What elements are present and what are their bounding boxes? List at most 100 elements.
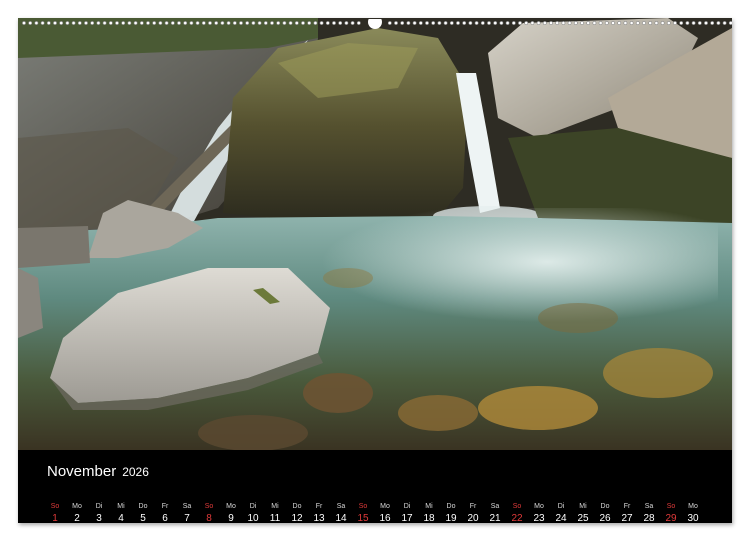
binding-hole	[505, 21, 510, 25]
binding-hole	[431, 21, 436, 25]
spiral-binding	[18, 15, 733, 29]
binding-hole	[679, 21, 684, 25]
calendar-day: Do 19	[440, 502, 462, 523]
day-number: 1	[52, 513, 58, 523]
binding-hole	[604, 21, 609, 25]
binding-hole	[629, 21, 634, 25]
binding-hole	[673, 21, 677, 25]
binding-hole	[468, 21, 473, 25]
binding-hole	[344, 21, 349, 25]
binding-hole	[313, 21, 318, 25]
binding-hole	[635, 21, 640, 25]
calendar-header: November 2026	[47, 463, 149, 480]
calendar-day: So 8	[198, 502, 220, 523]
binding-hole	[164, 21, 169, 25]
calendar-day: Fr 27	[616, 502, 638, 523]
binding-hole	[195, 21, 200, 25]
weekday-label: Di	[249, 503, 257, 510]
binding-hole	[697, 21, 702, 25]
calendar-day: Do 12	[286, 502, 308, 523]
day-number: 19	[445, 513, 457, 523]
binding-hole	[449, 21, 454, 25]
weekday-label: Do	[446, 503, 456, 510]
binding-hole	[617, 21, 622, 25]
weekday-label: Mi	[579, 503, 587, 510]
binding-hole	[115, 21, 119, 25]
calendar-day: Di 17	[396, 502, 418, 523]
binding-hole	[282, 21, 287, 25]
weekday-label: Di	[557, 503, 565, 510]
day-number: 30	[687, 513, 699, 523]
day-number: 2	[74, 513, 80, 523]
day-number: 24	[555, 513, 567, 523]
binding-hole	[387, 21, 392, 25]
binding-hole	[226, 21, 231, 25]
day-number: 10	[247, 513, 259, 523]
binding-hole	[437, 21, 442, 25]
binding-hole	[294, 21, 299, 25]
day-number: 27	[621, 513, 633, 523]
weekday-label: Di	[95, 503, 103, 510]
binding-hole	[406, 21, 411, 25]
binding-hole	[307, 21, 312, 25]
binding-hole	[201, 21, 206, 25]
weekday-label: Do	[600, 503, 610, 510]
binding-hole	[524, 21, 529, 25]
binding-hole	[189, 21, 194, 25]
calendar-day: So 22	[506, 502, 528, 523]
day-number: 21	[489, 513, 501, 523]
day-number: 28	[643, 513, 655, 523]
binding-hole	[580, 21, 584, 25]
binding-hole	[530, 21, 535, 25]
day-number: 6	[162, 513, 168, 523]
binding-hole	[257, 21, 262, 25]
binding-hole	[722, 21, 727, 25]
day-number: 17	[401, 513, 413, 523]
calendar-day: So 1	[44, 502, 66, 523]
day-grid: So 1 Mo 2 Di 3 Mi 4 Do 5 Fr 6 Sa 7 So 8 Mo 9 Di 10 Mi 11 Do 12 F…	[44, 502, 704, 523]
binding-hole	[456, 21, 460, 25]
year-label: 2026	[122, 465, 149, 479]
day-number: 8	[206, 513, 212, 523]
day-number: 18	[423, 513, 435, 523]
calendar-day: Mi 4	[110, 502, 132, 523]
waterfall-pool-photo	[18, 18, 732, 450]
binding-hole	[133, 21, 138, 25]
binding-hole	[40, 21, 45, 25]
binding-hole	[518, 21, 522, 25]
binding-hole	[127, 21, 132, 25]
binding-hole	[592, 21, 597, 25]
binding-hole	[561, 21, 566, 25]
weekday-label: Fr	[161, 503, 169, 510]
binding-hole	[65, 21, 70, 25]
calendar-day: Fr 6	[154, 502, 176, 523]
binding-hole	[183, 21, 188, 25]
calendar-day: Mo 2	[66, 502, 88, 523]
binding-hole	[108, 21, 113, 25]
binding-hole	[549, 21, 553, 25]
binding-hole	[418, 21, 423, 25]
calendar-day: Mo 23	[528, 502, 550, 523]
binding-hole	[567, 21, 572, 25]
weekday-label: Mo	[72, 503, 82, 510]
calendar-day: Fr 20	[462, 502, 484, 523]
weekday-label: So	[204, 503, 214, 510]
weekday-label: Mi	[425, 503, 433, 510]
binding-hole	[728, 21, 733, 25]
binding-hole	[245, 21, 250, 25]
weekday-label: Sa	[490, 503, 500, 510]
binding-hole	[71, 21, 76, 25]
calendar-day: Do 26	[594, 502, 616, 523]
day-number: 5	[140, 513, 146, 523]
calendar-day: Mo 16	[374, 502, 396, 523]
calendar-day: Mi 18	[418, 502, 440, 523]
binding-hole	[139, 21, 144, 25]
day-number: 29	[665, 513, 677, 523]
calendar-day: Sa 21	[484, 502, 506, 523]
binding-hole	[301, 21, 305, 25]
calendar-day: Di 3	[88, 502, 110, 523]
calendar-page: November 2026 So 1 Mo 2 Di 3 Mi 4 Do 5 Fr 6 Sa 7 So 8 Mo…	[18, 18, 732, 523]
weekday-label: Mi	[117, 503, 125, 510]
binding-hole	[660, 21, 665, 25]
binding-hole	[170, 21, 175, 25]
